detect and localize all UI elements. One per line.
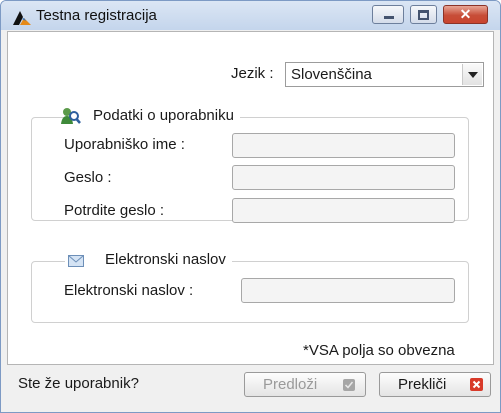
language-selected-value: Slovenščina [291,66,372,83]
email-legend-text: Elektronski naslov [105,251,226,268]
envelope-icon [68,255,84,267]
confirm-password-input[interactable] [232,198,455,223]
cancel-icon [470,378,483,391]
window-title: Testna registracija [36,7,157,24]
submit-label: Predloži [263,376,318,393]
password-label: Geslo : [64,169,112,186]
minimize-icon [384,16,394,19]
confirm-password-label: Potrdite geslo : [64,202,165,219]
password-input[interactable] [232,165,455,190]
language-select[interactable]: Slovenščina [285,62,484,87]
cancel-label: Prekliči [398,376,447,393]
submit-icon [343,379,355,391]
user-search-icon [61,108,81,124]
email-legend: Elektronski naslov [65,251,232,268]
submit-button[interactable]: Predloži [244,372,366,397]
close-button[interactable]: ✕ [443,5,488,24]
username-label: Uporabniško ime : [64,136,185,153]
registration-window: Testna registracija ✕ Jezik : Slovenščin… [0,0,501,413]
app-logo-icon [13,11,31,25]
required-fields-note: *VSA polja so obvezna [303,342,455,359]
user-data-legend: Podatki o uporabniku [61,107,240,124]
user-data-legend-text: Podatki o uporabniku [93,107,234,124]
username-input[interactable] [232,133,455,158]
cancel-button[interactable]: Prekliči [379,372,491,397]
language-label: Jezik : [231,65,274,82]
dropdown-arrow-icon[interactable] [462,64,482,85]
close-icon: ✕ [459,6,472,22]
email-label: Elektronski naslov : [64,282,194,299]
maximize-icon [418,10,429,20]
maximize-button[interactable] [410,5,437,24]
title-bar[interactable]: Testna registracija ✕ [1,1,500,30]
form-panel: Jezik : Slovenščina Podatki o uporabniku… [7,31,494,365]
minimize-button[interactable] [372,5,404,24]
email-input[interactable] [241,278,455,303]
existing-user-link[interactable]: Ste že uporabnik? [18,375,139,392]
